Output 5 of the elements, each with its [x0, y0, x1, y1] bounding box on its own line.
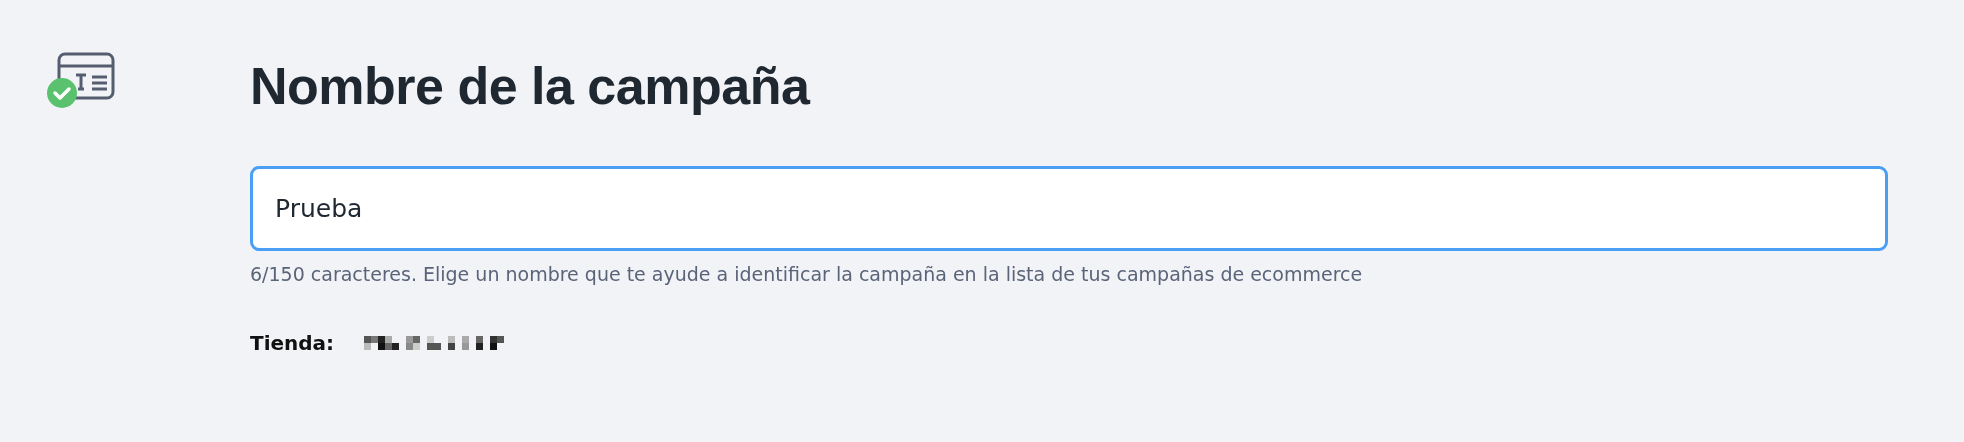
- helper-text: 6/150 caracteres. Elige un nombre que te ayude a identificar la campaña en la lista de tus campañas de ecommerce: [250, 263, 1364, 285]
- text-card-check-icon: [46, 52, 116, 110]
- store-label: Tienda:: [250, 331, 335, 355]
- section-title: Nombre de la campaña: [250, 56, 812, 117]
- name-input-field[interactable]: Prueba: [250, 166, 1888, 251]
